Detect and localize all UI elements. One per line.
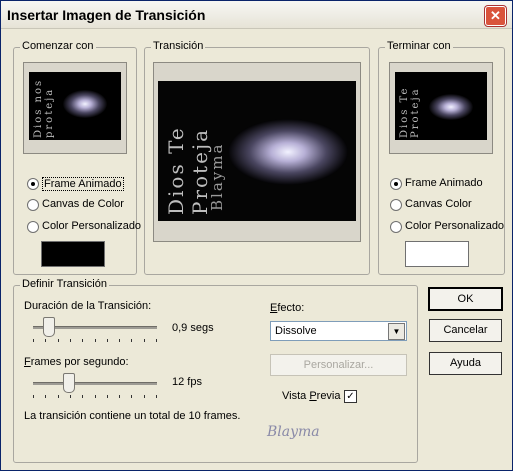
- effect-label: Efecto:: [270, 302, 305, 314]
- end-group: Terminar con Dios Te Proteja Frame Anima…: [378, 40, 505, 275]
- fps-slider-track[interactable]: [33, 382, 157, 385]
- slider-tick: [156, 395, 157, 398]
- transition-image-text-right: Blayma: [208, 142, 226, 211]
- preview-label-b: revia: [316, 390, 341, 402]
- end-image-text: Dios Te Proteja: [399, 86, 421, 138]
- effect-label-rest: fecto:: [277, 302, 305, 314]
- transition-image-eye: [228, 119, 348, 185]
- end-group-label: Terminar con: [385, 40, 453, 52]
- duration-slider-thumb[interactable]: [43, 317, 55, 337]
- end-radio-custom[interactable]: [390, 221, 402, 233]
- start-color-swatch[interactable]: [41, 241, 105, 267]
- start-image: Dios nos proteja: [29, 72, 121, 140]
- close-button[interactable]: ✕: [485, 6, 506, 26]
- define-transition-label: Definir Transición: [20, 278, 109, 290]
- preview-label-a: Vista: [282, 390, 310, 402]
- end-image-eye: [429, 94, 473, 120]
- slider-tick: [95, 395, 96, 398]
- preview-checkbox[interactable]: ✓: [344, 390, 357, 403]
- slider-tick: [107, 339, 108, 342]
- slider-tick: [58, 395, 59, 398]
- slider-tick: [156, 339, 157, 342]
- fps-label-rest: rames por segundo:: [30, 356, 129, 368]
- help-button[interactable]: Ayuda: [429, 352, 502, 375]
- slider-tick: [45, 339, 46, 342]
- define-transition-group: Definir Transición Duración de la Transi…: [13, 278, 418, 463]
- slider-tick: [119, 339, 120, 342]
- slider-tick: [33, 395, 34, 398]
- slider-tick: [131, 339, 132, 342]
- transition-group: Transición Dios Te Proteja Blayma: [144, 40, 370, 275]
- slider-tick: [144, 339, 145, 342]
- end-radio-frame-label[interactable]: Frame Animado: [405, 177, 483, 189]
- ok-button[interactable]: OK: [428, 287, 503, 311]
- transition-group-label: Transición: [151, 40, 206, 52]
- end-image: Dios Te Proteja: [395, 72, 487, 140]
- slider-tick: [82, 339, 83, 342]
- start-radio-canvas[interactable]: [27, 199, 39, 211]
- slider-tick: [144, 395, 145, 398]
- effect-select-value: Dissolve: [275, 325, 317, 337]
- duration-value: 0,9 segs: [172, 322, 214, 334]
- start-radio-custom-label[interactable]: Color Personalizado: [42, 220, 141, 232]
- transition-preview: Dios Te Proteja Blayma: [153, 62, 361, 242]
- end-radio-custom-label[interactable]: Color Personalizado: [405, 220, 504, 232]
- start-group: Comenzar con Dios nos proteja Frame Anim…: [13, 40, 141, 275]
- cancel-button[interactable]: Cancelar: [429, 319, 502, 342]
- cancel-button-label: Cancelar: [443, 324, 488, 336]
- end-radio-canvas-label[interactable]: Canvas Color: [405, 198, 472, 210]
- start-preview: Dios nos proteja: [23, 62, 127, 154]
- preview-label-p: P: [309, 390, 317, 402]
- slider-tick: [45, 395, 46, 398]
- slider-tick: [58, 339, 59, 342]
- frames-summary: La transición contiene un total de 10 fr…: [24, 410, 241, 422]
- start-group-label: Comenzar con: [20, 40, 96, 52]
- slider-tick: [95, 339, 96, 342]
- customize-button-label: Personalizar...: [303, 359, 374, 371]
- start-radio-custom[interactable]: [27, 221, 39, 233]
- fps-slider-ticks: [33, 395, 157, 399]
- fps-value: 12 fps: [172, 376, 202, 388]
- fps-label: Frames por segundo:: [24, 356, 129, 368]
- close-icon: ✕: [490, 8, 501, 23]
- preview-label: Vista Previa: [282, 390, 341, 402]
- start-radio-frame-label[interactable]: Frame Animado: [42, 177, 124, 191]
- customize-button[interactable]: Personalizar...: [270, 354, 407, 376]
- end-color-swatch[interactable]: [405, 241, 469, 267]
- end-preview: Dios Te Proteja: [389, 62, 493, 154]
- start-radio-canvas-label[interactable]: Canvas de Color: [42, 198, 124, 210]
- dialog-window: Insertar Imagen de Transición ✕ Comenzar…: [0, 0, 513, 471]
- chevron-down-icon[interactable]: ▼: [388, 323, 405, 340]
- slider-tick: [119, 395, 120, 398]
- slider-tick: [70, 339, 71, 342]
- title-bar[interactable]: Insertar Imagen de Transición ✕: [1, 1, 512, 29]
- slider-tick: [107, 395, 108, 398]
- watermark-signature: Blayma: [267, 424, 320, 440]
- end-radio-frame[interactable]: [390, 178, 402, 190]
- help-button-label: Ayuda: [450, 357, 481, 369]
- slider-tick: [70, 395, 71, 398]
- window-title: Insertar Imagen de Transición: [7, 7, 206, 23]
- duration-slider-ticks: [33, 339, 157, 343]
- slider-tick: [33, 339, 34, 342]
- start-image-eye: [63, 90, 107, 118]
- slider-tick: [82, 395, 83, 398]
- ok-button-label: OK: [457, 293, 474, 305]
- duration-label: Duración de la Transición:: [24, 300, 152, 312]
- transition-image-text-left: Dios Te Proteja: [164, 126, 212, 215]
- effect-select[interactable]: Dissolve ▼: [270, 321, 407, 341]
- end-radio-canvas[interactable]: [390, 199, 402, 211]
- start-image-text: Dios nos proteja: [33, 78, 55, 138]
- fps-slider-thumb[interactable]: [63, 373, 75, 393]
- slider-tick: [131, 395, 132, 398]
- start-radio-frame[interactable]: [27, 178, 39, 190]
- transition-image: Dios Te Proteja Blayma: [158, 81, 356, 221]
